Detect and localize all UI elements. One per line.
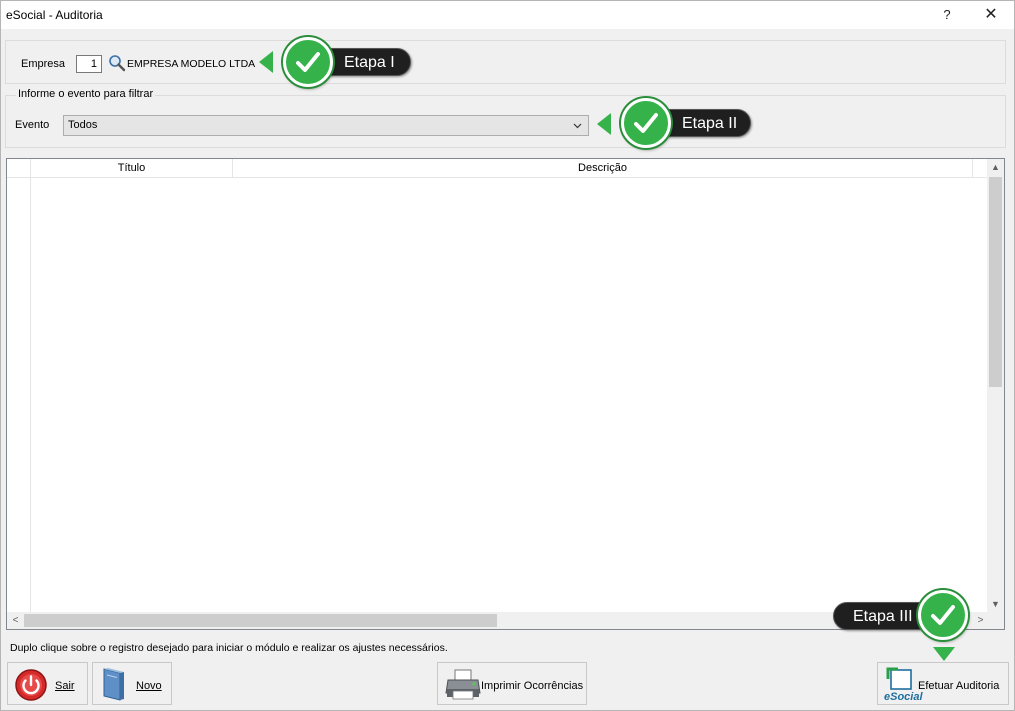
auditoria-window: eSocial - Auditoria ? ✕ Empresa 1 EMPRES… <box>0 0 1015 711</box>
checkmark-icon <box>918 590 968 640</box>
imprimir-label: Imprimir Ocorrências <box>481 680 584 692</box>
filter-legend: Informe o evento para filtrar <box>16 88 156 100</box>
scroll-down-arrow-icon[interactable]: ▼ <box>987 596 1004 613</box>
novo-label: Novo <box>136 680 162 692</box>
vertical-scroll-thumb[interactable] <box>989 177 1002 387</box>
scroll-left-arrow-icon[interactable]: < <box>7 612 24 629</box>
callout-arrow-down-icon <box>933 647 955 661</box>
callout-arrow-left-icon <box>597 113 611 135</box>
efetuar-label: Efetuar Auditoria <box>918 680 1000 692</box>
title-bar: eSocial - Auditoria ? ✕ <box>1 1 1014 29</box>
help-button[interactable]: ? <box>925 1 969 29</box>
evento-label: Evento <box>15 119 50 131</box>
empresa-panel: Empresa 1 EMPRESA MODELO LTDA <box>5 40 1006 84</box>
events-grid[interactable]: Título Descrição ▲ ▼ < > <box>6 158 1005 630</box>
sair-button[interactable]: Sair <box>7 662 88 705</box>
column-header-descricao[interactable]: Descrição <box>233 159 973 178</box>
column-header-titulo[interactable]: Título <box>31 159 233 178</box>
grid-header: Título Descrição <box>7 159 989 178</box>
vertical-scrollbar[interactable]: ▲ ▼ <box>987 159 1004 613</box>
efetuar-auditoria-button[interactable]: eSocial Efetuar Auditoria <box>877 662 1009 705</box>
row-indicator-column <box>7 178 31 613</box>
scroll-up-arrow-icon[interactable]: ▲ <box>987 159 1004 176</box>
chevron-down-icon <box>573 123 582 129</box>
horizontal-scroll-thumb[interactable] <box>24 614 497 627</box>
hint-text: Duplo clique sobre o registro desejado p… <box>10 642 448 654</box>
magnifier-icon[interactable] <box>108 54 126 72</box>
imprimir-ocorrencias-button[interactable]: Imprimir Ocorrências <box>437 662 587 705</box>
evento-select[interactable]: Todos <box>63 115 589 136</box>
scroll-corner <box>987 612 1004 629</box>
power-icon <box>15 669 47 701</box>
empresa-code-field[interactable]: 1 <box>76 55 102 73</box>
novo-button[interactable]: Novo <box>92 662 172 705</box>
checkmark-icon <box>283 37 333 87</box>
checkmark-icon <box>621 98 671 148</box>
esocial-logo-icon <box>886 667 912 690</box>
empresa-label: Empresa <box>21 58 66 70</box>
callout-arrow-left-icon <box>259 51 273 73</box>
printer-icon <box>445 669 481 700</box>
sair-label: Sair <box>55 680 75 692</box>
filter-panel: Informe o evento para filtrar Evento Tod… <box>5 88 1006 148</box>
empresa-name: EMPRESA MODELO LTDA <box>127 58 256 70</box>
window-title: eSocial - Auditoria <box>6 8 103 22</box>
evento-select-value: Todos <box>68 119 98 131</box>
new-document-icon <box>103 668 124 701</box>
close-button[interactable]: ✕ <box>969 1 1013 29</box>
row-indicator-header <box>7 159 31 178</box>
esocial-logo-text: eSocial <box>884 691 923 703</box>
